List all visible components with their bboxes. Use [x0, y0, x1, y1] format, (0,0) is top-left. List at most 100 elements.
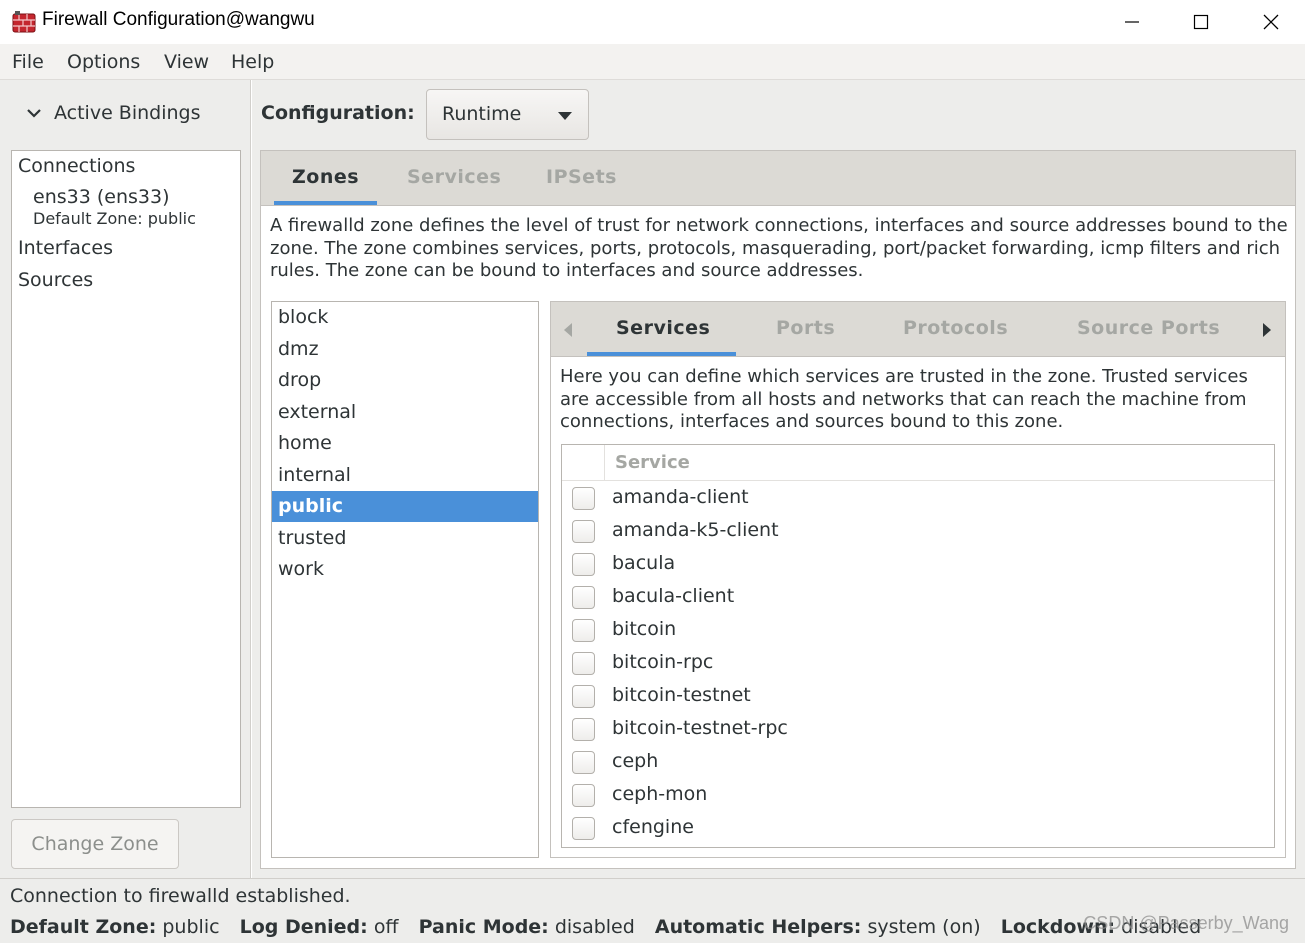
automatic-helpers-value: system (on) [867, 916, 981, 938]
tab-scroll-right-icon[interactable] [1262, 322, 1272, 338]
zone-item-block[interactable]: block [272, 302, 538, 333]
service-checkbox[interactable] [572, 553, 595, 576]
tab-scroll-left-icon[interactable] [563, 322, 573, 338]
zone-description: A firewalld zone defines the level of tr… [270, 215, 1288, 281]
status-summary: Default Zone: public Log Denied: off Pan… [10, 916, 1201, 938]
log-denied-label: Log Denied: [239, 916, 368, 938]
zone-item-work[interactable]: work [272, 554, 538, 585]
services-description: Here you can define which services are t… [560, 366, 1248, 432]
status-bar: Connection to firewalld established. Def… [0, 878, 1305, 943]
table-row: bitcoin-testnet [562, 680, 1274, 713]
zone-item-dmz[interactable]: dmz [272, 334, 538, 365]
zone-settings-tab-bar: Services Ports Protocols Source Ports [551, 302, 1285, 357]
status-message: Connection to firewalld established. [10, 885, 351, 907]
table-row: bitcoin-testnet-rpc [562, 713, 1274, 746]
table-row: cfengine [562, 812, 1274, 845]
inner-tab-source-ports[interactable]: Source Ports [1077, 317, 1220, 339]
menu-help[interactable]: Help [231, 51, 274, 73]
configuration-label: Configuration: [261, 102, 415, 124]
service-name: cfengine [612, 816, 694, 838]
service-checkbox[interactable] [572, 487, 595, 510]
active-bindings-pane: Active Bindings Connections ens33 (ens33… [0, 80, 251, 878]
default-zone-value: public [162, 916, 220, 938]
zone-item-home[interactable]: home [272, 428, 538, 459]
configuration-pane: Configuration: Runtime Zones Services IP… [252, 80, 1305, 878]
service-checkbox[interactable] [572, 520, 595, 543]
bindings-interfaces[interactable]: Interfaces [18, 237, 113, 259]
header-separator [604, 445, 605, 481]
bindings-tree: Connections ens33 (ens33) Default Zone: … [11, 150, 241, 808]
menu-options[interactable]: Options [67, 51, 140, 73]
tab-services[interactable]: Services [407, 166, 501, 188]
service-checkbox[interactable] [572, 652, 595, 675]
menu-view[interactable]: View [164, 51, 209, 73]
table-row: bitcoin [562, 614, 1274, 647]
service-checkbox[interactable] [572, 619, 595, 642]
bindings-connections[interactable]: Connections [18, 155, 135, 177]
service-name: bacula-client [612, 585, 735, 607]
services-table-header: Service [562, 445, 1274, 481]
service-name: bitcoin [612, 618, 677, 640]
table-row: bacula [562, 548, 1274, 581]
configuration-value: Runtime [442, 103, 522, 125]
maximize-icon [1193, 14, 1209, 30]
zone-item-internal[interactable]: internal [272, 460, 538, 491]
service-name: bitcoin-rpc [612, 651, 714, 673]
main-tab-bar: Zones Services IPSets [261, 151, 1295, 206]
service-column-header[interactable]: Service [615, 452, 690, 473]
zone-item-public[interactable]: public [272, 491, 538, 522]
menu-file[interactable]: File [12, 51, 44, 73]
service-name: amanda-client [612, 486, 749, 508]
active-bindings-toggle[interactable]: Active Bindings [26, 102, 201, 124]
service-checkbox[interactable] [572, 784, 595, 807]
dropdown-arrow-icon [558, 112, 572, 120]
service-name: bitcoin-testnet-rpc [612, 717, 788, 739]
firewall-app-icon [12, 11, 36, 33]
automatic-helpers-label: Automatic Helpers: [654, 916, 862, 938]
tab-zones[interactable]: Zones [292, 166, 359, 188]
panic-mode-value: disabled [554, 916, 635, 938]
window-title: Firewall Configuration@wangwu [42, 9, 315, 30]
minimize-button[interactable] [1097, 0, 1167, 44]
table-row: bitcoin-rpc [562, 647, 1274, 680]
table-row: bacula-client [562, 581, 1274, 614]
main-notebook: Zones Services IPSets A firewalld zone d… [260, 150, 1296, 869]
maximize-button[interactable] [1166, 0, 1236, 44]
zone-settings-notebook: Services Ports Protocols Source Ports He… [550, 301, 1286, 858]
connection-default-zone: Default Zone: public [33, 209, 196, 228]
inner-tab-services[interactable]: Services [616, 317, 710, 339]
tab-ipsets[interactable]: IPSets [546, 166, 617, 188]
zone-item-trusted[interactable]: trusted [272, 523, 538, 554]
close-icon [1263, 14, 1279, 30]
service-checkbox[interactable] [572, 685, 595, 708]
title-bar: Firewall Configuration@wangwu [0, 0, 1305, 44]
change-zone-button[interactable]: Change Zone [11, 819, 179, 869]
service-name: ceph [612, 750, 659, 772]
service-checkbox[interactable] [572, 751, 595, 774]
service-name: bitcoin-testnet [612, 684, 751, 706]
menu-bar: File Options View Help [0, 44, 1305, 80]
active-bindings-label: Active Bindings [54, 102, 201, 124]
service-checkbox[interactable] [572, 718, 595, 741]
configuration-dropdown[interactable]: Runtime [426, 89, 589, 140]
close-button[interactable] [1236, 0, 1305, 44]
bindings-sources[interactable]: Sources [18, 269, 93, 291]
inner-active-tab-indicator [587, 352, 736, 356]
zone-item-external[interactable]: external [272, 397, 538, 428]
inner-tab-protocols[interactable]: Protocols [903, 317, 1008, 339]
chevron-down-icon [27, 109, 41, 118]
zone-item-drop[interactable]: drop [272, 365, 538, 396]
inner-tab-ports[interactable]: Ports [776, 317, 835, 339]
default-zone-label: Default Zone: [10, 916, 157, 938]
service-checkbox[interactable] [572, 817, 595, 840]
table-row: ceph [562, 746, 1274, 779]
watermark: CSDN @Passerby_Wang [1083, 913, 1289, 933]
log-denied-value: off [373, 916, 399, 938]
active-tab-indicator [274, 201, 377, 205]
table-row: amanda-k5-client [562, 515, 1274, 548]
zone-list: block dmz drop external home internal pu… [271, 301, 539, 858]
service-checkbox[interactable] [572, 586, 595, 609]
table-row: ceph-mon [562, 779, 1274, 812]
minimize-icon [1125, 21, 1139, 23]
connection-ens33[interactable]: ens33 (ens33) [33, 186, 169, 208]
